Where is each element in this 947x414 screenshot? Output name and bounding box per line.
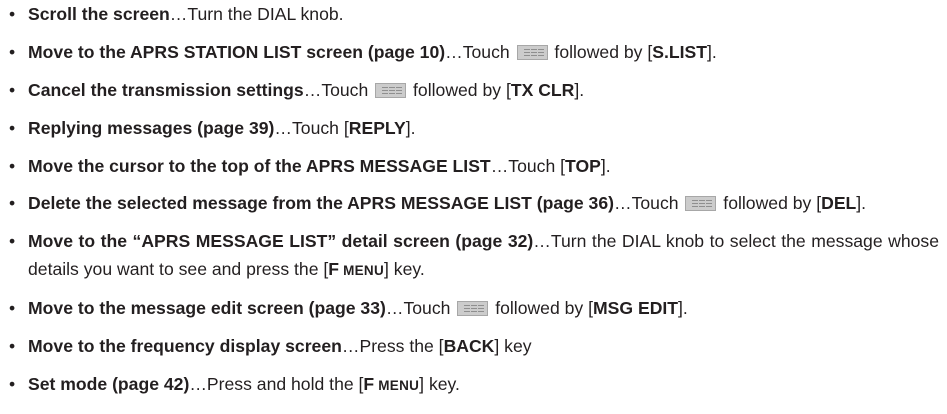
list-item: • Move to the APRS STATION LIST screen (…	[9, 39, 939, 67]
bullet: •	[9, 155, 16, 176]
list-item: • Delete the selected message from the A…	[9, 190, 939, 218]
item-heading: Move to the frequency display screen	[28, 335, 342, 356]
bullet: •	[9, 117, 16, 138]
item-text: …Touch	[303, 79, 374, 100]
item-text: …Touch [	[490, 155, 566, 176]
bullet: •	[9, 41, 16, 62]
item-text: followed by [	[490, 297, 593, 318]
bullet: •	[9, 4, 16, 24]
list-item: • Set mode (page 42)…Press and hold the …	[9, 371, 939, 400]
menu-grid-icon	[457, 300, 489, 316]
key-label-menu: MENU	[374, 377, 420, 393]
item-text: ].	[706, 41, 717, 62]
list-item: • Move the cursor to the top of the APRS…	[9, 153, 939, 181]
key-label: TOP	[565, 155, 601, 176]
list-item: • Move to the message edit screen (page …	[9, 295, 939, 323]
item-text: followed by [	[549, 41, 653, 62]
instruction-list: • Scroll the screen…Turn the DIAL knob. …	[0, 0, 947, 399]
item-heading: Move to the APRS STATION LIST screen (pa…	[28, 41, 446, 62]
item-text: ].	[856, 193, 867, 214]
item-heading: Set mode (page 42)	[28, 373, 190, 394]
item-text: …Touch	[385, 297, 456, 318]
item-heading: Move the cursor to the top of the APRS M…	[28, 155, 491, 176]
key-label: REPLY	[348, 117, 406, 138]
menu-grid-icon	[685, 196, 717, 212]
item-text: …Touch	[445, 41, 515, 62]
bullet: •	[9, 335, 16, 356]
item-text: …Turn the DIAL knob.	[169, 4, 344, 24]
bullet: •	[9, 79, 16, 100]
bullet: •	[9, 297, 16, 318]
item-heading: Delete the selected message from the APR…	[28, 193, 614, 214]
item-text: …Touch	[613, 193, 679, 214]
list-item: • Move to the “APRS MESSAGE LIST” detail…	[9, 228, 939, 284]
key-label: S.LIST	[652, 41, 707, 62]
item-heading: Move to the “APRS MESSAGE LIST” detail s…	[28, 231, 534, 252]
item-heading: Move to the message edit screen (page 33…	[28, 297, 386, 318]
item-text: followed by [	[408, 79, 511, 100]
item-text: ].	[678, 297, 688, 318]
item-text: ].	[574, 79, 585, 100]
item-heading: Cancel the transmission settings	[28, 79, 304, 100]
item-text: ] key.	[384, 258, 425, 279]
key-label: BACK	[443, 335, 495, 356]
bullet: •	[9, 231, 16, 252]
menu-grid-icon	[375, 82, 407, 98]
item-text: ].	[600, 155, 611, 176]
key-label: TX CLR	[510, 79, 575, 100]
item-text: …Touch [	[274, 117, 349, 138]
key-label: DEL	[821, 193, 857, 214]
key-label-menu: MENU	[339, 262, 385, 278]
list-item: • Cancel the transmission settings…Touch…	[9, 77, 939, 105]
item-heading: Replying messages (page 39)	[28, 117, 275, 138]
list-item: • Scroll the screen…Turn the DIAL knob.	[9, 1, 939, 29]
item-text: followed by [	[718, 193, 822, 214]
list-item: • Move to the frequency display screen…P…	[9, 333, 939, 361]
item-heading: Scroll the screen	[28, 4, 170, 24]
key-label-f: F	[363, 373, 375, 394]
key-label-f: F	[328, 258, 340, 279]
item-text: ] key	[494, 335, 532, 356]
bullet: •	[9, 193, 16, 214]
list-item: • Replying messages (page 39)…Touch [REP…	[9, 115, 939, 143]
menu-grid-icon	[516, 44, 548, 60]
item-text: ].	[405, 117, 416, 138]
key-label: MSG EDIT	[593, 297, 679, 318]
item-text: …Press and hold the [	[189, 373, 364, 394]
item-text: ] key.	[419, 373, 460, 394]
item-text: …Press the [	[341, 335, 444, 356]
bullet: •	[9, 373, 16, 394]
